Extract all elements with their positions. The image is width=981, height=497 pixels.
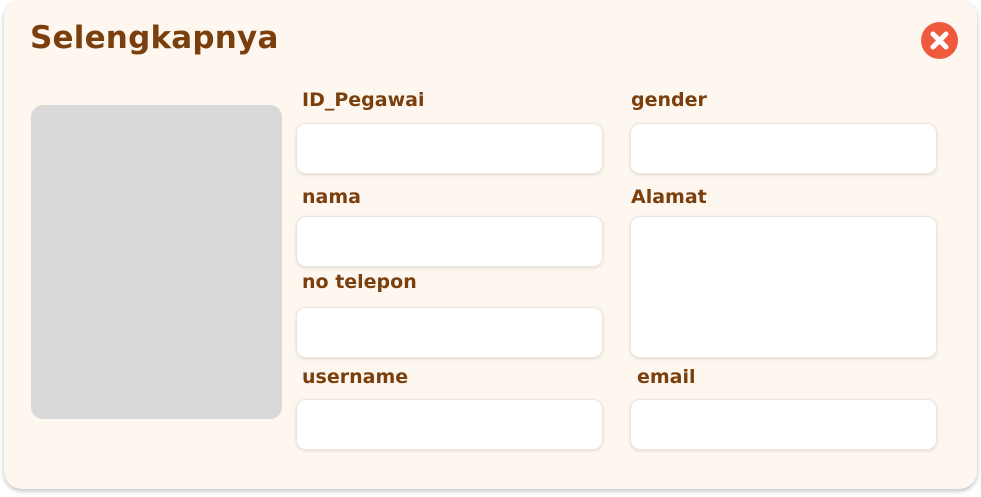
- close-button[interactable]: [921, 22, 958, 59]
- profile-photo-placeholder: [31, 105, 282, 419]
- no-telepon-input[interactable]: [296, 307, 603, 358]
- gender-input[interactable]: [630, 123, 937, 174]
- gender-label: gender: [631, 89, 707, 111]
- nama-input[interactable]: [296, 216, 603, 267]
- alamat-label: Alamat: [631, 186, 707, 208]
- id-pegawai-label: ID_Pegawai: [302, 89, 425, 111]
- username-label: username: [302, 366, 409, 388]
- username-input[interactable]: [296, 399, 603, 450]
- email-label: email: [637, 366, 696, 388]
- email-input[interactable]: [630, 399, 937, 450]
- id-pegawai-input[interactable]: [296, 123, 603, 174]
- alamat-textarea[interactable]: [630, 216, 937, 358]
- no-telepon-label: no telepon: [302, 271, 417, 293]
- close-x-icon: [930, 31, 949, 50]
- detail-dialog: Selengkapnya ID_Pegawai nama no telepon …: [4, 0, 977, 489]
- dialog-title: Selengkapnya: [30, 20, 279, 56]
- nama-label: nama: [302, 186, 361, 208]
